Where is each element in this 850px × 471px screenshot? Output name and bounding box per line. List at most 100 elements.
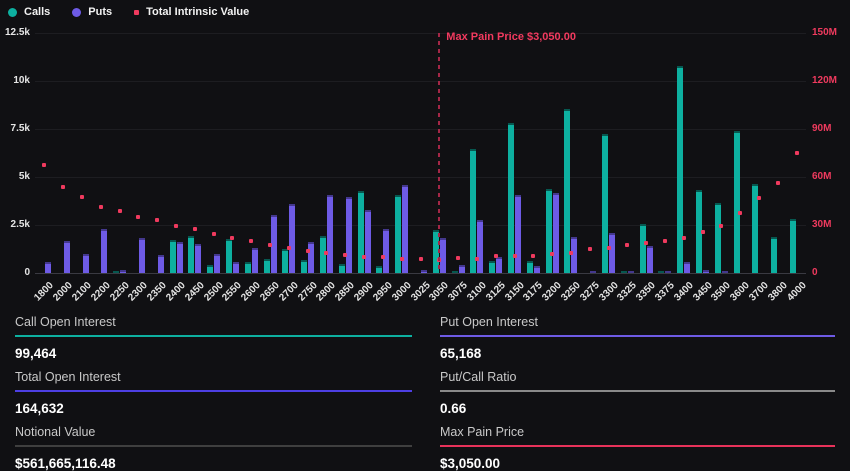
call-bar[interactable] [376, 266, 382, 273]
intrinsic-value-dot[interactable] [456, 256, 460, 260]
intrinsic-value-dot[interactable] [61, 185, 65, 189]
intrinsic-value-dot[interactable] [80, 195, 84, 199]
call-bar[interactable] [282, 249, 288, 273]
put-bar[interactable] [120, 270, 126, 273]
intrinsic-value-dot[interactable] [136, 215, 140, 219]
call-bar[interactable] [602, 134, 608, 273]
put-bar[interactable] [647, 246, 653, 273]
intrinsic-value-dot[interactable] [268, 243, 272, 247]
put-bar[interactable] [64, 241, 70, 273]
put-bar[interactable] [83, 254, 89, 273]
call-bar[interactable] [470, 149, 476, 273]
intrinsic-value-dot[interactable] [475, 257, 479, 261]
put-bar[interactable] [722, 271, 728, 273]
put-bar[interactable] [289, 204, 295, 273]
intrinsic-value-dot[interactable] [249, 239, 253, 243]
call-bar[interactable] [790, 219, 796, 273]
call-bar[interactable] [226, 239, 232, 273]
intrinsic-value-dot[interactable] [795, 151, 799, 155]
put-bar[interactable] [477, 220, 483, 273]
put-bar[interactable] [440, 238, 446, 273]
put-bar[interactable] [214, 254, 220, 273]
put-bar[interactable] [252, 248, 258, 273]
put-bar[interactable] [534, 266, 540, 273]
put-bar[interactable] [177, 242, 183, 273]
legend-item-puts[interactable]: Puts [72, 6, 112, 18]
call-bar[interactable] [339, 264, 345, 273]
call-bar[interactable] [640, 224, 646, 273]
legend-item-calls[interactable]: Calls [8, 6, 50, 18]
put-bar[interactable] [628, 271, 634, 273]
intrinsic-value-dot[interactable] [419, 257, 423, 261]
put-bar[interactable] [684, 262, 690, 273]
put-bar[interactable] [365, 210, 371, 273]
intrinsic-value-dot[interactable] [343, 253, 347, 257]
put-bar[interactable] [609, 233, 615, 273]
put-bar[interactable] [703, 270, 709, 273]
put-bar[interactable] [327, 195, 333, 273]
intrinsic-value-dot[interactable] [494, 254, 498, 258]
put-bar[interactable] [101, 229, 107, 273]
put-bar[interactable] [459, 265, 465, 273]
call-bar[interactable] [264, 259, 270, 273]
call-bar[interactable] [207, 265, 213, 273]
intrinsic-value-dot[interactable] [682, 236, 686, 240]
call-bar[interactable] [170, 240, 176, 273]
intrinsic-value-dot[interactable] [306, 249, 310, 253]
intrinsic-value-dot[interactable] [230, 236, 234, 240]
intrinsic-value-dot[interactable] [625, 243, 629, 247]
put-bar[interactable] [383, 229, 389, 273]
intrinsic-value-dot[interactable] [644, 241, 648, 245]
intrinsic-value-dot[interactable] [738, 211, 742, 215]
put-bar[interactable] [346, 197, 352, 273]
put-bar[interactable] [195, 244, 201, 273]
intrinsic-value-dot[interactable] [42, 163, 46, 167]
intrinsic-value-dot[interactable] [324, 251, 328, 255]
put-bar[interactable] [421, 270, 427, 273]
call-bar[interactable] [301, 260, 307, 273]
intrinsic-value-dot[interactable] [588, 247, 592, 251]
call-bar[interactable] [508, 123, 514, 273]
call-bar[interactable] [489, 261, 495, 273]
call-bar[interactable] [564, 109, 570, 273]
call-bar[interactable] [658, 271, 664, 273]
put-bar[interactable] [45, 262, 51, 273]
intrinsic-value-dot[interactable] [757, 196, 761, 200]
intrinsic-value-dot[interactable] [287, 246, 291, 250]
put-bar[interactable] [665, 271, 671, 273]
intrinsic-value-dot[interactable] [513, 254, 517, 258]
intrinsic-value-dot[interactable] [118, 209, 122, 213]
put-bar[interactable] [496, 257, 502, 273]
intrinsic-value-dot[interactable] [531, 254, 535, 258]
call-bar[interactable] [245, 262, 251, 273]
call-bar[interactable] [358, 191, 364, 273]
call-bar[interactable] [452, 271, 458, 273]
intrinsic-value-dot[interactable] [212, 232, 216, 236]
call-bar[interactable] [395, 195, 401, 273]
call-bar[interactable] [527, 261, 533, 273]
put-bar[interactable] [139, 238, 145, 273]
intrinsic-value-dot[interactable] [701, 230, 705, 234]
call-bar[interactable] [734, 131, 740, 273]
intrinsic-value-dot[interactable] [400, 257, 404, 261]
put-bar[interactable] [158, 255, 164, 273]
put-bar[interactable] [553, 193, 559, 273]
call-bar[interactable] [621, 271, 627, 273]
intrinsic-value-dot[interactable] [550, 252, 554, 256]
intrinsic-value-dot[interactable] [719, 224, 723, 228]
call-bar[interactable] [771, 237, 777, 273]
put-bar[interactable] [590, 271, 596, 273]
intrinsic-value-dot[interactable] [569, 251, 573, 255]
intrinsic-value-dot[interactable] [174, 224, 178, 228]
intrinsic-value-dot[interactable] [776, 181, 780, 185]
intrinsic-value-dot[interactable] [193, 227, 197, 231]
legend-item-intrinsic[interactable]: Total Intrinsic Value [134, 6, 249, 18]
intrinsic-value-dot[interactable] [362, 255, 366, 259]
put-bar[interactable] [308, 242, 314, 273]
intrinsic-value-dot[interactable] [99, 205, 103, 209]
call-bar[interactable] [546, 189, 552, 273]
intrinsic-value-dot[interactable] [155, 218, 159, 222]
call-bar[interactable] [677, 66, 683, 273]
put-bar[interactable] [515, 195, 521, 273]
put-bar[interactable] [571, 237, 577, 273]
